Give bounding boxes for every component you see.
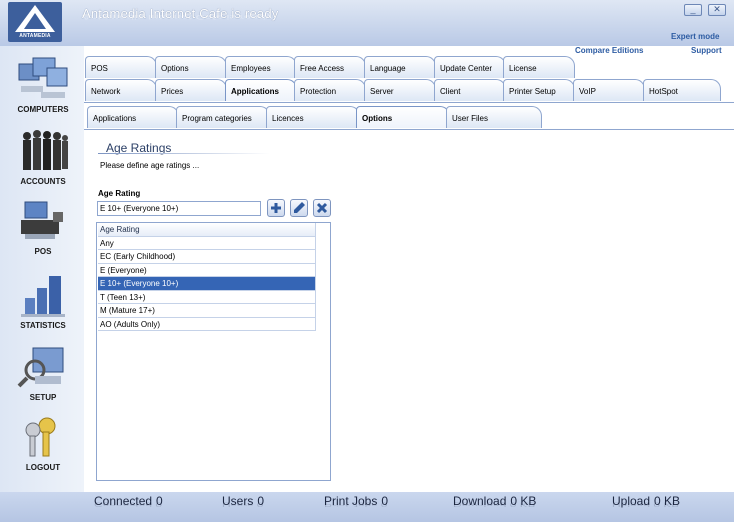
tab-licences[interactable]: Licences <box>266 106 360 128</box>
list-item[interactable]: AO (Adults Only) <box>98 317 316 331</box>
status-print-jobs-reflection: Print Jobs 0 <box>324 501 388 508</box>
pos-icon <box>21 201 63 239</box>
tab-language[interactable]: Language <box>364 56 436 78</box>
section-description: Please define age ratings ... <box>100 161 200 170</box>
tab-server[interactable]: Server <box>364 79 436 101</box>
tab-options[interactable]: Options <box>155 56 227 78</box>
sidebar-item-accounts[interactable]: ACCOUNTS <box>8 126 78 192</box>
age-rating-list[interactable]: Age Rating Any EC (Early Childhood) E (E… <box>96 222 331 481</box>
status-users-reflection: Users 0 <box>222 501 264 508</box>
status-download-reflection: Download 0 KB <box>453 501 536 508</box>
close-button[interactable]: ✕ <box>708 4 726 16</box>
delete-button[interactable] <box>313 199 331 217</box>
support-link[interactable]: Support <box>691 46 722 55</box>
list-item[interactable]: EC (Early Childhood) <box>98 250 316 264</box>
tab-user-files[interactable]: User Files <box>446 106 542 128</box>
logo-text: ANTAMEDIA <box>19 33 51 39</box>
sidebar-item-label: SETUP <box>29 393 57 402</box>
setup-icon <box>17 347 64 388</box>
tab-client[interactable]: Client <box>434 79 506 101</box>
tab-applications-list[interactable]: Applications <box>87 106 179 128</box>
app-title-reflection: Antamedia Internet Cafe is ready <box>82 13 273 22</box>
sidebar-item-logout[interactable]: LOGOUT <box>8 412 78 478</box>
tab-program-categories[interactable]: Program categories <box>176 106 270 128</box>
compare-editions-link[interactable]: Compare Editions <box>575 46 643 55</box>
sidebar-item-label: STATISTICS <box>20 321 66 330</box>
add-button[interactable] <box>267 199 285 217</box>
tab-free-access[interactable]: Free Access <box>294 56 366 78</box>
statistics-icon <box>21 276 65 317</box>
sidebar-item-computers[interactable]: COMPUTERS <box>8 54 78 120</box>
edit-button[interactable] <box>290 199 308 217</box>
sidebar-item-pos[interactable]: POS <box>8 196 78 262</box>
computers-icon <box>18 57 68 98</box>
section-underline <box>98 153 270 154</box>
status-bar: Connected 0 Users 0 Print Jobs 0 Download 0 … <box>0 492 734 522</box>
status-connected-reflection: Connected 0 <box>94 501 163 508</box>
sidebar-item-label: COMPUTERS <box>17 105 69 114</box>
tab-network[interactable]: Network <box>85 79 157 101</box>
tab-employees[interactable]: Employees <box>225 56 297 78</box>
age-rating-input[interactable] <box>97 201 261 216</box>
tab-row-main: POS Options Employees Free Access Langua… <box>84 56 734 80</box>
age-rating-label: Age Rating <box>98 189 141 198</box>
sidebar-item-statistics[interactable]: STATISTICS <box>8 270 78 336</box>
tab-license[interactable]: License <box>503 56 575 78</box>
tab-row-sub: Network Prices Applications Protection S… <box>84 79 734 103</box>
tab-pos[interactable]: POS <box>85 56 157 78</box>
status-upload-reflection: Upload 0 KB <box>612 501 680 508</box>
tab-options-sub[interactable]: Options <box>356 106 450 128</box>
accounts-icon <box>23 130 68 170</box>
list-item-selected[interactable]: E 10+ (Everyone 10+) <box>98 277 316 291</box>
plus-icon <box>271 203 281 213</box>
minimize-icon: _ <box>690 4 696 14</box>
pencil-icon <box>294 202 305 213</box>
tab-prices[interactable]: Prices <box>155 79 227 101</box>
close-icon: ✕ <box>713 4 721 14</box>
sidebar-item-label: ACCOUNTS <box>20 177 66 186</box>
tab-row-divider <box>84 102 734 103</box>
sidebar: COMPUTERS ACCOUNTS POS STATISTICS SETUP … <box>0 46 84 492</box>
list-item[interactable]: Any <box>98 236 316 250</box>
list-header[interactable]: Age Rating <box>98 223 316 237</box>
minimize-button[interactable]: _ <box>684 4 702 16</box>
tab-row-applications: Applications Program categories Licences… <box>84 106 734 130</box>
expert-mode-link[interactable]: Expert mode <box>671 32 719 41</box>
list-item[interactable]: E (Everyone) <box>98 263 316 277</box>
list-item[interactable]: M (Mature 17+) <box>98 304 316 318</box>
tab-hotspot[interactable]: HotSpot <box>643 79 721 101</box>
tab-update-center[interactable]: Update Center <box>434 56 506 78</box>
sidebar-item-label: LOGOUT <box>25 463 61 472</box>
list-item[interactable]: T (Teen 13+) <box>98 290 316 304</box>
tab-voip[interactable]: VoIP <box>573 79 645 101</box>
delete-x-icon <box>316 202 328 214</box>
tab-protection[interactable]: Protection <box>294 79 366 101</box>
title-bar: ANTAMEDIA Antamedia Internet Cafe is rea… <box>0 0 734 46</box>
tab-applications[interactable]: Applications <box>225 79 297 101</box>
tab-printer-setup[interactable]: Printer Setup <box>503 79 575 101</box>
sidebar-item-setup[interactable]: SETUP <box>8 342 78 408</box>
sidebar-item-label: POS <box>34 247 52 256</box>
keys-icon <box>25 417 56 457</box>
antamedia-logo: ANTAMEDIA <box>8 2 62 42</box>
